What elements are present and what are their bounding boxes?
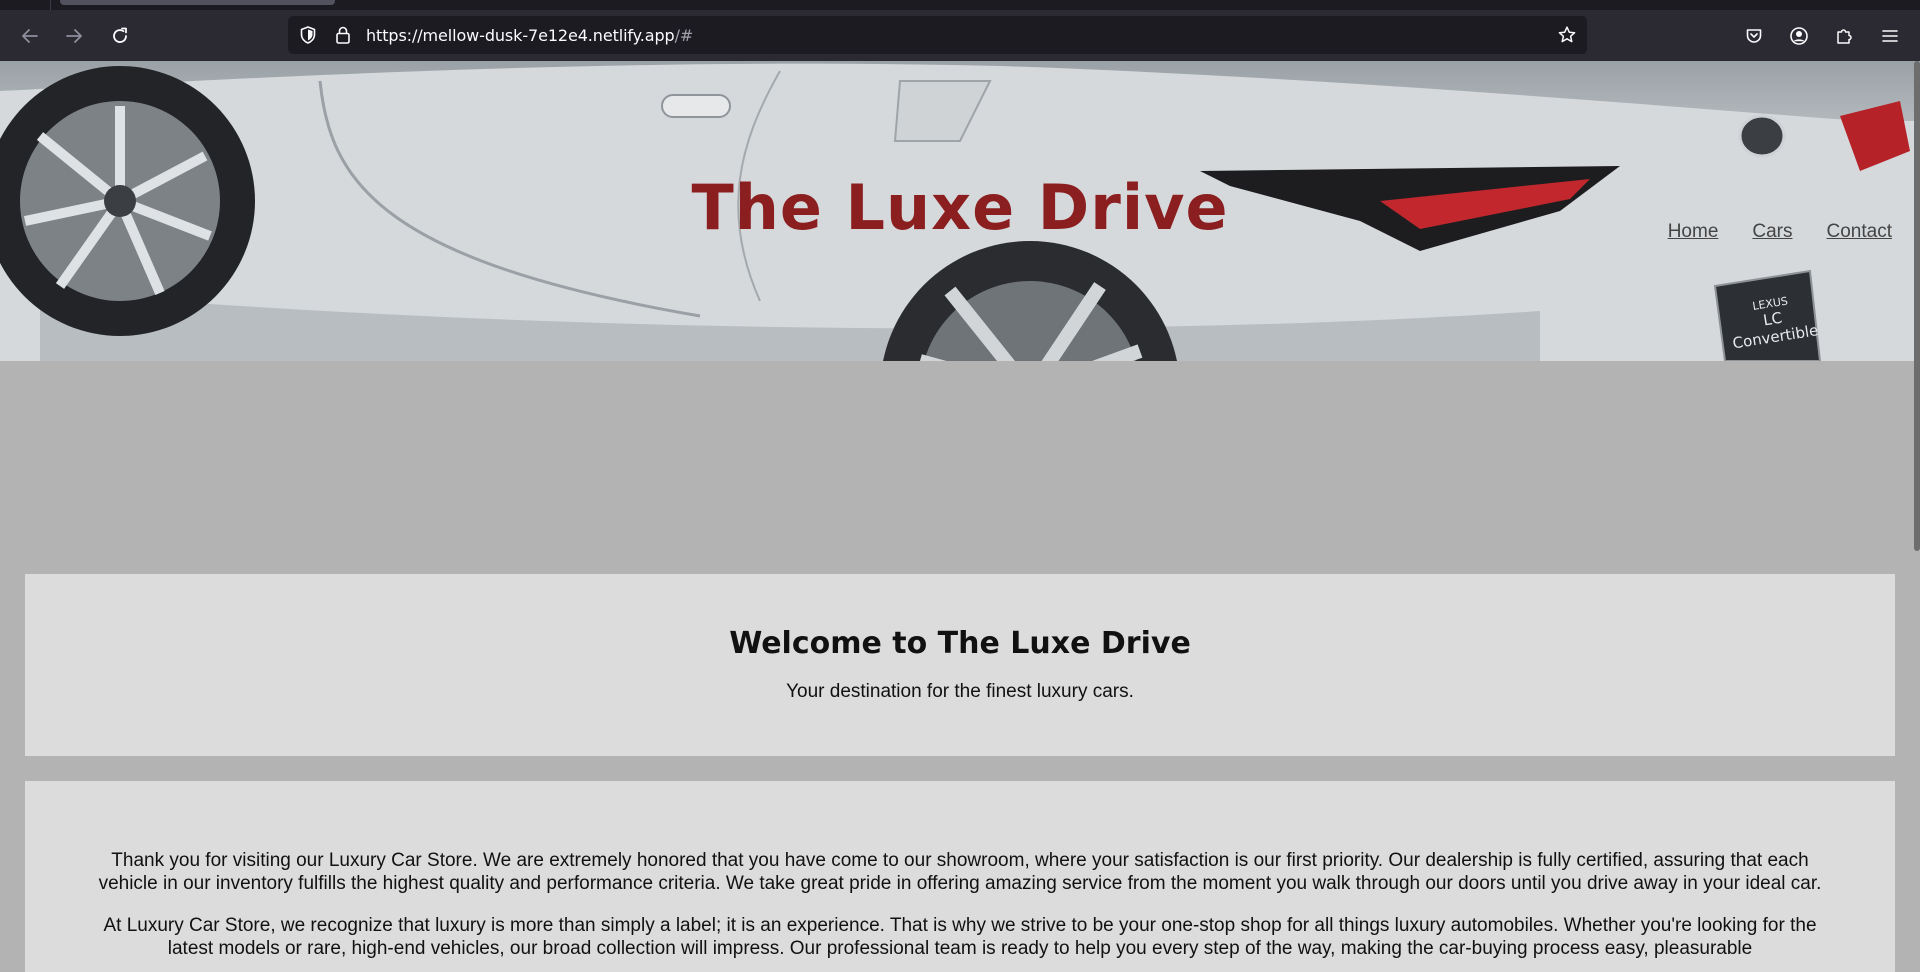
nav-contact-link[interactable]: Contact [1827,221,1892,243]
welcome-section: Welcome to The Luxe Drive Your destinati… [25,574,1895,756]
site-nav: Home Cars Contact [1668,221,1892,243]
pocket-icon[interactable] [1738,20,1770,52]
welcome-heading: Welcome to The Luxe Drive [729,626,1191,661]
reload-icon[interactable] [104,20,136,52]
browser-toolbar: https://mellow-dusk-7e12e4.netlify.app/# [0,10,1920,61]
nav-home-link[interactable]: Home [1668,221,1719,243]
url-host: https://mellow-dusk-7e12e4.netlify.app [366,26,675,45]
welcome-subtitle: Your destination for the finest luxury c… [786,681,1134,702]
about-section: Thank you for visiting our Luxury Car St… [25,781,1895,972]
url-bar[interactable]: https://mellow-dusk-7e12e4.netlify.app/# [288,16,1587,54]
site-title: The Luxe Drive [691,171,1229,244]
about-paragraph-1: Thank you for visiting our Luxury Car St… [98,850,1822,894]
lock-icon[interactable] [334,25,352,50]
about-paragraph-2: At Luxury Car Store, we recognize that l… [103,915,1817,959]
extensions-icon[interactable] [1828,20,1860,52]
shield-icon[interactable] [298,25,318,50]
url-text[interactable]: https://mellow-dusk-7e12e4.netlify.app/# [366,26,693,45]
forward-icon[interactable] [58,20,90,52]
account-icon[interactable] [1783,20,1815,52]
tab-separator [50,0,51,10]
menu-icon[interactable] [1874,20,1906,52]
page-scrollbar[interactable] [1914,61,1920,551]
tab-strip [0,0,1920,10]
back-icon[interactable] [14,20,46,52]
nav-cars-link[interactable]: Cars [1752,221,1792,243]
url-path: /# [674,26,694,45]
active-tab[interactable] [60,0,335,5]
hero-header: LEXUS LC Convertible The Luxe Drive Home… [0,61,1920,361]
bookmark-star-icon[interactable] [1557,25,1577,50]
